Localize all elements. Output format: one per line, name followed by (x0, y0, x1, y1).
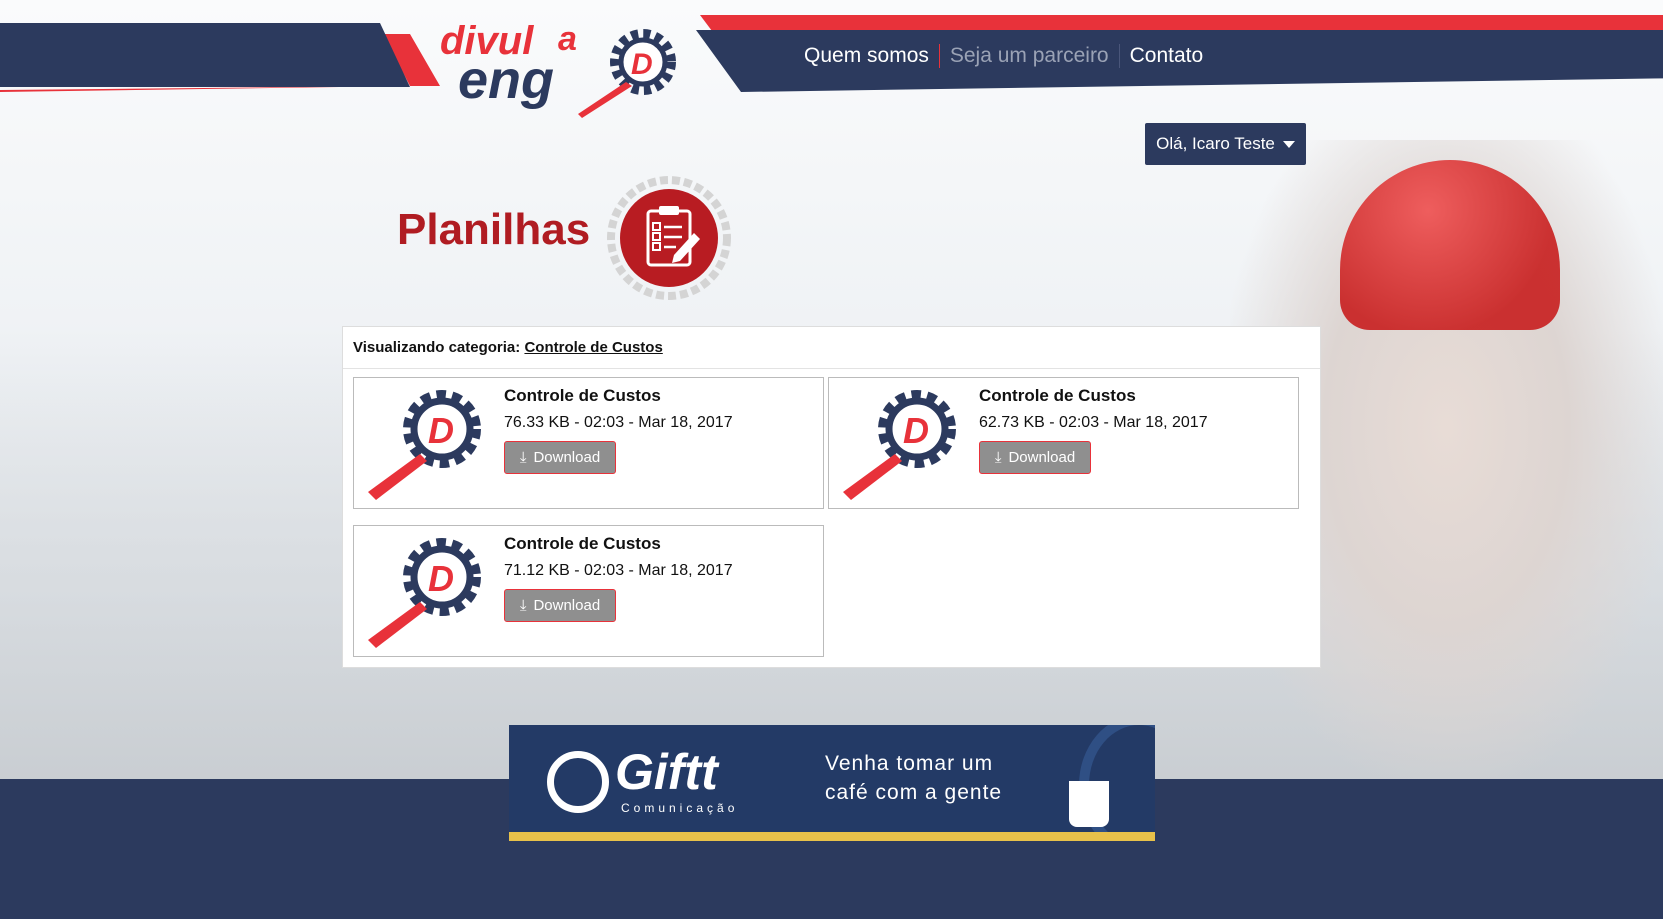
slogan-line-1: Venha tomar um (825, 752, 994, 775)
file-meta: 62.73 KB - 02:03 - Mar 18, 2017 (979, 414, 1208, 431)
divulgaeng-gear-icon: D (368, 538, 481, 648)
divulgaeng-gear-icon: D (843, 390, 956, 500)
slogan-line-2: café com a gente (825, 781, 1003, 804)
file-meta: 76.33 KB - 02:03 - Mar 18, 2017 (504, 414, 733, 431)
download-label: Download (533, 597, 601, 614)
file-meta: 71.12 KB - 02:03 - Mar 18, 2017 (504, 562, 733, 579)
header-band-left (0, 23, 410, 87)
coffee-cup-icon (1069, 781, 1109, 827)
svg-text:D: D (428, 410, 454, 451)
header-stripe-right (700, 15, 1663, 31)
panel-header: Visualizando categoria: Controle de Cust… (343, 327, 1320, 369)
download-button[interactable]: ⤓ Download (504, 441, 616, 474)
files-panel: Visualizando categoria: Controle de Cust… (342, 326, 1321, 668)
site-logo[interactable]: divul eng a D (438, 12, 688, 120)
nav-contato[interactable]: Contato (1120, 44, 1214, 68)
page-title: Planilhas (397, 205, 591, 254)
main-nav: Quem somos Seja um parceiro Contato (794, 44, 1213, 68)
banner-subtitle: Comunicação (621, 801, 739, 815)
user-greeting: Olá, Icaro Teste (1156, 134, 1275, 153)
category-label: Visualizando categoria: (353, 339, 521, 356)
download-label: Download (1008, 449, 1076, 466)
download-icon: ⤓ (519, 449, 527, 466)
file-card: D Controle de Custos 62.73 KB - 02:03 - … (828, 377, 1299, 509)
file-card: D Controle de Custos 76.33 KB - 02:03 - … (353, 377, 824, 509)
download-label: Download (533, 449, 601, 466)
file-card: D Controle de Custos 71.12 KB - 02:03 - … (353, 525, 824, 657)
download-icon: ⤓ (519, 597, 527, 614)
svg-text:D: D (903, 410, 929, 451)
nav-seja-parceiro[interactable]: Seja um parceiro (940, 44, 1119, 68)
giftt-ad-banner[interactable]: Giftt Comunicação Venha tomar um café co… (509, 725, 1155, 841)
svg-text:D: D (428, 558, 454, 599)
file-title[interactable]: Controle de Custos (504, 386, 661, 406)
caret-down-icon (1282, 140, 1295, 148)
banner-brand: Giftt (615, 744, 718, 800)
svg-text:D: D (631, 48, 653, 81)
file-title[interactable]: Controle de Custos (979, 386, 1136, 406)
user-menu-button[interactable]: Olá, Icaro Teste (1145, 123, 1306, 165)
file-title[interactable]: Controle de Custos (504, 534, 661, 554)
banner-strip (509, 832, 1155, 841)
category-link[interactable]: Controle de Custos (524, 339, 662, 356)
download-icon: ⤓ (994, 449, 1002, 466)
download-button[interactable]: ⤓ Download (979, 441, 1091, 474)
banner-slogan: Venha tomar um café com a gente (825, 749, 1002, 807)
divulgaeng-gear-icon: D (368, 390, 481, 500)
giftt-logo-icon (547, 751, 609, 813)
download-button[interactable]: ⤓ Download (504, 589, 616, 622)
svg-text:eng: eng (458, 50, 554, 110)
clipboard-icon (607, 176, 731, 300)
svg-text:a: a (558, 20, 577, 58)
nav-quem-somos[interactable]: Quem somos (794, 44, 939, 68)
